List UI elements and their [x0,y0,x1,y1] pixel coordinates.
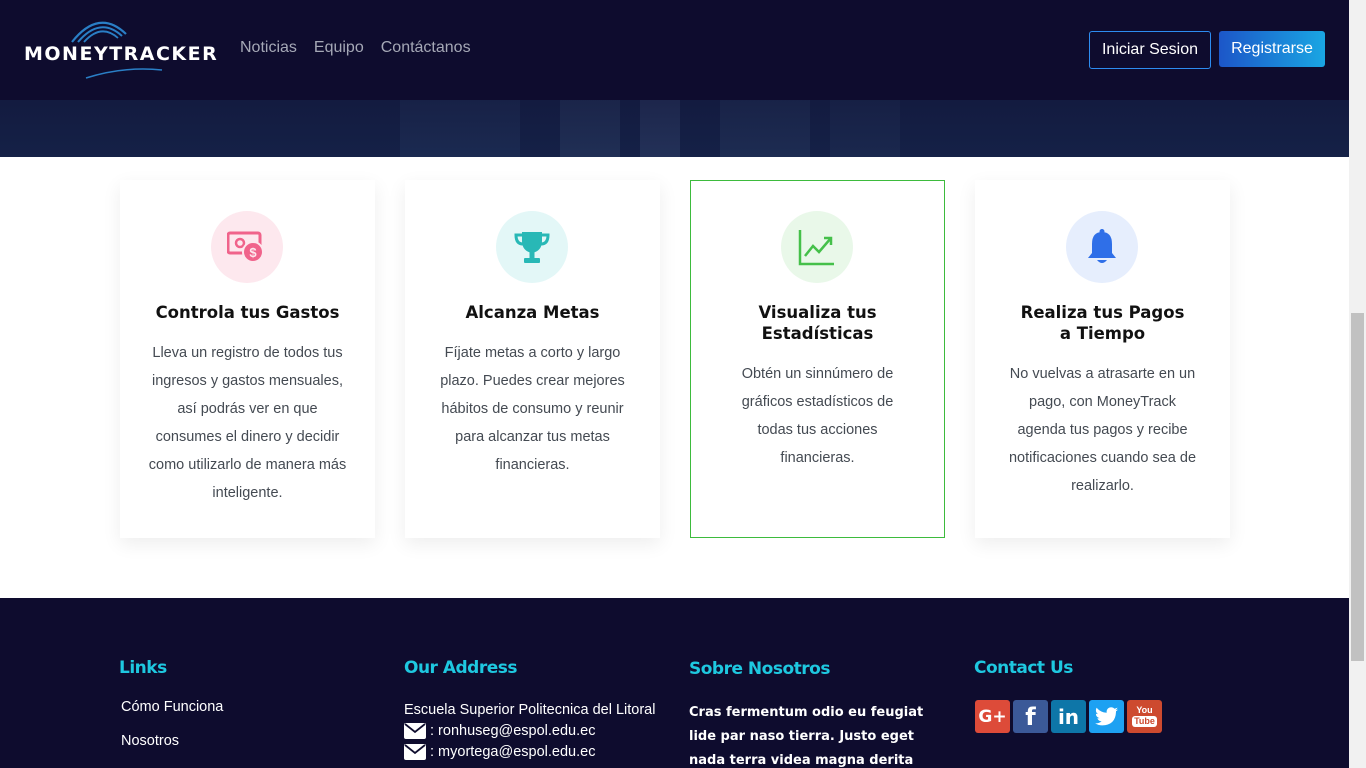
login-button[interactable]: Iniciar Sesion [1089,31,1211,69]
feature-title: Controla tus Gastos [155,303,340,322]
twitter-icon[interactable] [1089,700,1124,733]
hero-background [0,100,1349,157]
feature-description: Lleva un registro de todos tus ingresos … [148,345,347,501]
footer-link-como-funciona[interactable]: Cómo Funciona [121,699,223,715]
feature-title: Realiza tus Pagos a Tiempo [1020,303,1185,343]
envelope-icon [404,723,426,739]
feature-description: Obtén un sinnúmero de gráficos estadísti… [741,366,894,466]
linkedin-icon[interactable]: in [1051,700,1086,733]
nav-link-equipo[interactable]: Equipo [314,39,364,57]
youtube-icon[interactable]: You Tube [1127,700,1162,733]
facebook-icon[interactable]: f [1013,700,1048,733]
footer-about-text: Cras fermentum odio eu feugiat lide par … [689,705,924,768]
main-nav: Noticias Equipo Contáctanos [240,39,471,57]
trophy-icon [496,211,568,283]
footer-contact-heading: Contact Us [974,658,1073,678]
footer-address-heading: Our Address [404,658,518,678]
feature-title: Visualiza tus Estadísticas [758,303,877,343]
moneytracker-logo[interactable]: MONEYTRACKER [24,14,217,84]
bell-icon [1066,211,1138,283]
footer: Links Cómo Funciona Nosotros Our Address… [0,598,1349,768]
footer-email-text[interactable]: : ronhuseg@espol.edu.ec [430,723,595,739]
footer-link-nosotros[interactable]: Nosotros [121,733,179,749]
feature-card-pagos[interactable]: Realiza tus Pagos a Tiempo No vuelvas a … [975,180,1230,538]
envelope-icon [404,744,426,760]
nav-link-contactanos[interactable]: Contáctanos [381,39,471,57]
feature-title: Alcanza Metas [465,303,600,322]
footer-email-text[interactable]: : myortega@espol.edu.ec [430,744,595,760]
nav-link-noticias[interactable]: Noticias [240,39,297,57]
feature-card-gastos[interactable]: $ Controla tus Gastos Lleva un registro … [120,180,375,538]
register-button[interactable]: Registrarse [1219,31,1325,67]
scrollbar-thumb[interactable] [1351,313,1364,661]
feature-card-estadisticas[interactable]: Visualiza tus Estadísticas Obtén un sinn… [690,180,945,538]
google-plus-icon[interactable]: G+ [975,700,1010,733]
footer-email-2: : myortega@espol.edu.ec [404,744,595,760]
svg-text:$: $ [249,245,257,260]
chart-line-icon [781,211,853,283]
feature-description: No vuelvas a atrasarte en un pago, con M… [1008,366,1197,494]
logo-text: MONEYTRACKER [24,43,219,65]
footer-email-1: : ronhuseg@espol.edu.ec [404,723,595,739]
feature-card-metas[interactable]: Alcanza Metas Fíjate metas a corto y lar… [405,180,660,538]
page-scrollbar[interactable] [1349,0,1366,768]
footer-about-heading: Sobre Nosotros [689,659,830,679]
feature-description: Fíjate metas a corto y largo plazo. Pued… [440,345,625,473]
social-links: G+ f in You Tube [975,700,1162,733]
footer-links-heading: Links [119,658,167,678]
logo-arcs-icon [71,21,127,43]
money-icon: $ [211,211,283,283]
footer-institution: Escuela Superior Politecnica del Litoral [404,702,656,718]
logo-swoosh-icon [85,68,163,79]
top-navbar: MONEYTRACKER Noticias Equipo Contáctanos… [0,0,1349,100]
